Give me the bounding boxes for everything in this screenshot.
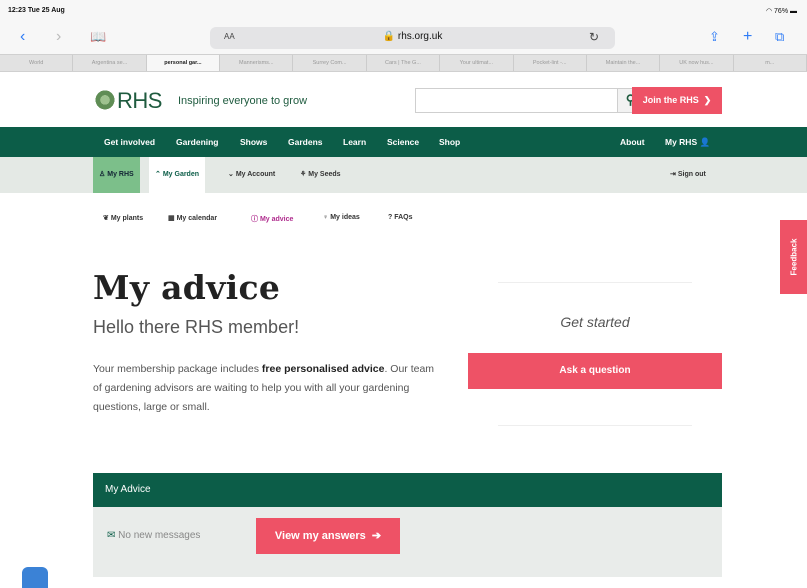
view-answers-button[interactable]: View my answers ➔ <box>256 518 400 554</box>
nav-gardens[interactable]: Gardens <box>288 137 323 147</box>
advice-panel-header: My Advice <box>93 473 722 507</box>
rhs-logo[interactable]: RHS <box>95 87 162 115</box>
browser-tab[interactable]: Surrey Com... <box>293 55 367 71</box>
browser-tab[interactable]: Mannerisms... <box>220 55 294 71</box>
browser-tab[interactable]: m... <box>734 55 807 71</box>
bookmarks-icon[interactable]: 📖 <box>90 28 106 46</box>
address-bar[interactable]: AA 🔒 rhs.org.uk ↻ <box>210 27 615 49</box>
share-icon[interactable]: ⇪ <box>709 28 720 46</box>
browser-tab[interactable]: Cars | The G... <box>367 55 441 71</box>
search-input[interactable] <box>415 88 618 113</box>
browser-toolbar: ‹ › 📖 AA 🔒 rhs.org.uk ↻ ⇪ + ⧉ <box>0 22 807 54</box>
nav-shop[interactable]: Shop <box>439 137 460 147</box>
battery-indicator: ◠ 76% ▬ <box>765 8 797 15</box>
url-text: 🔒 rhs.org.uk <box>382 31 443 42</box>
new-tab-icon[interactable]: + <box>743 28 752 46</box>
browser-tab[interactable]: Argentina se... <box>73 55 147 71</box>
account-subnav: ♙ My RHS ⌃ My Garden ⌄ My Account ⚘ My S… <box>0 157 807 193</box>
membership-description: Your membership package includes free pe… <box>93 363 435 413</box>
reload-icon[interactable]: ↻ <box>589 30 599 44</box>
subnav-my-garden[interactable]: ⌃ My Garden <box>149 157 206 193</box>
plant-icon: ❦ <box>103 215 109 222</box>
page-title: My advice <box>93 268 281 307</box>
tab-my-plants[interactable]: ❦ My plants <box>103 214 143 222</box>
sign-out-icon: ⇥ <box>670 171 676 178</box>
subnav-my-seeds[interactable]: ⚘ My Seeds <box>294 157 347 193</box>
browser-tab[interactable]: Your ultimat... <box>440 55 514 71</box>
tab-faqs[interactable]: ? FAQs <box>388 214 413 221</box>
nav-get-involved[interactable]: Get involved <box>104 137 155 147</box>
nav-gardening[interactable]: Gardening <box>176 137 219 147</box>
browser-tab[interactable]: Maintain the... <box>587 55 661 71</box>
chevron-up-icon: ⌃ <box>155 171 161 178</box>
nav-my-rhs[interactable]: My RHS 👤 <box>665 137 710 148</box>
tab-my-advice[interactable]: ⓘ My advice <box>251 214 293 224</box>
calendar-icon: ▦ <box>168 215 175 222</box>
tabs-overview-icon[interactable]: ⧉ <box>775 28 784 46</box>
question-icon: ⓘ <box>251 216 258 223</box>
main-navigation: Get involved Gardening Shows Gardens Lea… <box>0 127 807 157</box>
rose-logo-icon <box>95 90 115 112</box>
tab-my-ideas[interactable]: ♀ My ideas <box>323 214 360 221</box>
browser-tab[interactable]: World <box>0 55 74 71</box>
tab-strip: World Argentina se... personal gar... Ma… <box>0 54 807 72</box>
divider <box>498 282 692 283</box>
envelope-icon: ✉ <box>107 530 116 541</box>
feedback-tab[interactable]: Feedback <box>780 220 807 294</box>
sign-out-link[interactable]: ⇥ Sign out <box>664 157 712 193</box>
nav-shows[interactable]: Shows <box>240 137 267 147</box>
browser-tab-active[interactable]: personal gar... <box>146 55 221 71</box>
status-time: 12:23 Tue 25 Aug <box>8 7 65 14</box>
nav-science[interactable]: Science <box>387 137 419 147</box>
user-icon: 👤 <box>699 137 711 147</box>
subnav-my-rhs[interactable]: ♙ My RHS <box>93 157 140 193</box>
nav-learn[interactable]: Learn <box>343 137 366 147</box>
ask-question-button[interactable]: Ask a question <box>468 353 722 389</box>
forward-icon[interactable]: › <box>56 28 61 46</box>
status-bar: 12:23 Tue 25 Aug ◠ 76% ▬ <box>0 0 807 22</box>
chevron-down-icon: ⌄ <box>228 171 234 178</box>
subnav-my-account[interactable]: ⌄ My Account <box>222 157 281 193</box>
person-icon: ♙ <box>99 171 106 178</box>
faq-icon: ? <box>388 214 393 221</box>
messages-status: ✉ No new messages <box>107 530 201 541</box>
get-started-heading: Get started <box>560 314 630 330</box>
chat-widget-button[interactable] <box>22 567 48 588</box>
nav-about[interactable]: About <box>620 137 645 147</box>
browser-tab[interactable]: UK now hus... <box>660 55 734 71</box>
site-tagline: Inspiring everyone to grow <box>178 95 308 107</box>
lightbulb-icon: ♀ <box>323 214 329 221</box>
tab-my-calendar[interactable]: ▦ My calendar <box>168 214 217 222</box>
back-icon[interactable]: ‹ <box>20 28 25 46</box>
advice-panel-body <box>93 507 722 577</box>
greeting-text: Hello there RHS member! <box>93 317 300 337</box>
seedling-icon: ⚘ <box>300 171 307 178</box>
browser-tab[interactable]: Pocket-lint -... <box>514 55 587 71</box>
join-button[interactable]: Join the RHS ❯ <box>632 87 722 114</box>
arrow-circle-icon: ➔ <box>371 530 382 542</box>
divider <box>498 425 692 426</box>
